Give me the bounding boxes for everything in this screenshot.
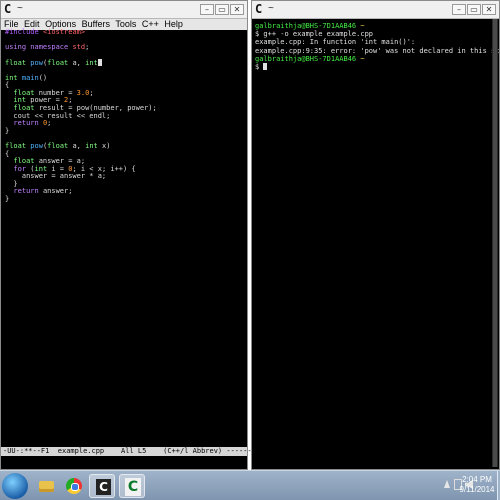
code-line: answer = answer * a;: [5, 172, 245, 181]
code-token: main: [21, 73, 39, 82]
terminal-window[interactable]: C ~ – ▭ ✕ galbraithja@BHS-7D1AAB46 ~ $ g+…: [251, 0, 500, 470]
term-token: $: [255, 63, 264, 72]
scrollbar-thumb[interactable]: [493, 19, 497, 467]
code-token: a,: [72, 59, 86, 68]
cygwin-icon: C: [125, 478, 141, 496]
taskbar: C C 2:04 PM 9/11/2014: [0, 470, 500, 500]
clock-time: 2:04 PM: [462, 475, 492, 484]
code-token: float: [5, 59, 31, 68]
emacs-window[interactable]: C ~ – ▭ ✕ File Edit Options Buffers Tool…: [0, 0, 282, 470]
emacs-modeline: -UU-:**--F1 example.cpp All L5 (C++/l Ab…: [1, 447, 282, 456]
code-line: return answer;: [5, 188, 245, 196]
clock-date: 9/11/2014: [459, 485, 495, 494]
menu-tools[interactable]: Tools: [115, 19, 136, 29]
code-line: float pow(float a, int: [5, 59, 245, 67]
code-token: #include: [5, 28, 43, 36]
code-editor[interactable]: #include <iostream> using namespace std; f…: [5, 28, 245, 204]
cygwin-icon: C: [4, 2, 12, 16]
code-line: #include <iostream>: [5, 28, 245, 37]
cygwin-icon: C: [255, 2, 263, 16]
code-line: using namespace std;: [5, 43, 245, 52]
code-token: }: [5, 195, 10, 204]
taskbar-item-cygwin-terminal[interactable]: C: [119, 474, 145, 498]
taskbar-item-cygwin-emacs[interactable]: C: [89, 474, 115, 498]
text-cursor: [263, 63, 268, 71]
term-line: example.cpp:9:35: error: 'pow' was not d…: [255, 47, 500, 55]
code-token: <iostream>: [42, 28, 86, 36]
start-button[interactable]: [2, 473, 28, 499]
term-line: $: [255, 63, 496, 71]
code-token: using namespace: [5, 43, 73, 52]
terminal-output[interactable]: galbraithja@BHS-7D1AAB46 ~ $ g++ -o examp…: [255, 22, 500, 71]
code-token: }: [5, 126, 10, 135]
term-line: $ g++ -o example example.cpp: [255, 30, 496, 38]
window-title: ~: [268, 3, 274, 14]
code-token: float: [47, 141, 73, 150]
term-line: galbraithja@BHS-7D1AAB46 ~: [255, 22, 496, 30]
term-token: galbraithja@BHS-7D1AAB46: [255, 54, 361, 63]
menu-cpp[interactable]: C++: [142, 19, 159, 29]
menu-help[interactable]: Help: [164, 19, 183, 29]
code-token: ;: [85, 43, 90, 52]
code-token: (): [38, 73, 48, 82]
term-token: example.cpp: In function 'int main()':: [255, 38, 416, 47]
term-line: example.cpp: In function 'int main()':: [255, 38, 496, 46]
minibuffer[interactable]: [1, 458, 247, 467]
clock[interactable]: 2:04 PM 9/11/2014: [457, 475, 497, 495]
chrome-icon: [66, 478, 82, 494]
term-token: example.cpp:9:35: error: 'pow' was not d…: [255, 46, 500, 55]
minimize-button[interactable]: –: [452, 4, 466, 15]
cygwin-icon: C: [96, 479, 111, 495]
code-token: ;: [47, 119, 52, 128]
code-token: return: [5, 187, 43, 196]
code-token: 3.0: [76, 88, 90, 97]
code-token: pow: [30, 141, 43, 150]
term-token: $ g++ -o example example.cpp: [255, 30, 374, 39]
emacs-titlebar[interactable]: C ~ – ▭ ✕: [1, 1, 247, 19]
menu-buffers[interactable]: Buffers: [82, 19, 110, 29]
terminal-titlebar[interactable]: C ~ – ▭ ✕: [252, 1, 499, 19]
code-token: int: [85, 59, 98, 68]
code-token: answer;: [42, 187, 73, 196]
folder-icon: [39, 481, 54, 492]
code-line: int main(): [5, 73, 245, 83]
code-line: return 0;: [5, 119, 245, 128]
code-line: }: [5, 126, 245, 136]
close-button[interactable]: ✕: [482, 4, 496, 15]
taskbar-item-explorer[interactable]: [33, 474, 59, 498]
taskbar-item-chrome[interactable]: [61, 474, 87, 498]
close-button[interactable]: ✕: [230, 4, 244, 15]
maximize-button[interactable]: ▭: [215, 4, 229, 15]
action-center-icon[interactable]: [444, 480, 450, 488]
code-token: int: [85, 141, 102, 150]
minimize-button[interactable]: –: [200, 4, 214, 15]
code-token: pow: [30, 59, 43, 68]
term-token: ~: [360, 54, 365, 63]
code-line: }: [5, 195, 245, 204]
term-token: ~: [360, 22, 365, 30]
code-token: a,: [72, 141, 86, 150]
code-token: answer = answer * a;: [5, 172, 107, 181]
term-token: galbraithja@BHS-7D1AAB46: [255, 22, 361, 30]
text-cursor: [97, 59, 102, 67]
terminal-scrollbar[interactable]: [492, 19, 498, 467]
term-line: galbraithja@BHS-7D1AAB46 ~: [255, 55, 496, 63]
maximize-button[interactable]: ▭: [467, 4, 481, 15]
code-token: std: [72, 43, 86, 52]
window-title: ~: [17, 3, 23, 14]
code-token: return: [5, 119, 43, 128]
code-token: ;: [89, 88, 94, 97]
code-token: float: [47, 59, 73, 68]
code-line: float pow(float a, int x): [5, 141, 245, 151]
code-token: x): [101, 141, 111, 150]
